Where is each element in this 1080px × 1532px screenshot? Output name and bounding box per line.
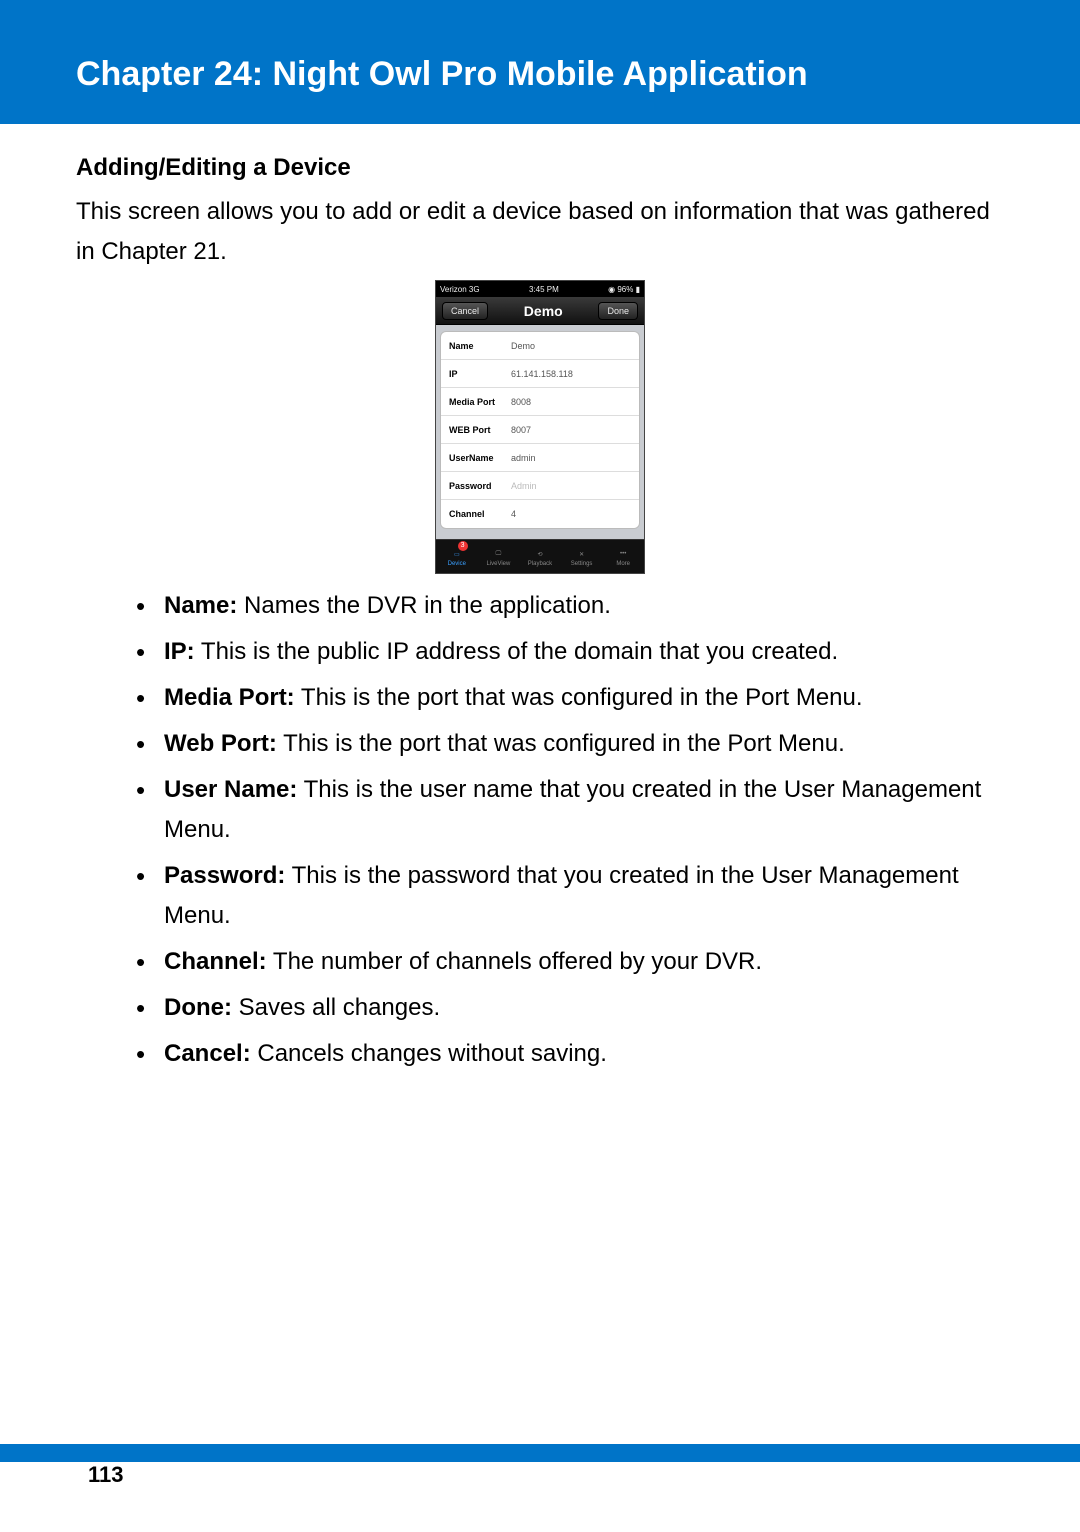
field-value[interactable]: Demo (511, 341, 535, 351)
definition-item: Name: Names the DVR in the application. (136, 586, 1004, 632)
description: Cancels changes without saving. (251, 1040, 607, 1067)
section-heading: Adding/Editing a Device (76, 154, 1004, 182)
phone-screenshot: Verizon 3G 3:45 PM ◉ 96% ▮ Cancel Demo D… (435, 280, 645, 574)
description: The number of channels offered by your D… (267, 948, 762, 975)
tab-label: More (616, 561, 630, 567)
chapter-header: Chapter 24: Night Owl Pro Mobile Applica… (0, 0, 1080, 124)
nav-bar: Cancel Demo Done (436, 297, 644, 325)
battery-label: ◉ 96% ▮ (608, 285, 640, 294)
nav-title: Demo (524, 303, 563, 319)
term: Done: (164, 994, 232, 1021)
form-row[interactable]: IP61.141.158.118 (441, 360, 639, 388)
status-bar: Verizon 3G 3:45 PM ◉ 96% ▮ (436, 281, 644, 297)
description: Saves all changes. (232, 994, 440, 1021)
description: This is the port that was configured in … (277, 730, 845, 757)
term: User Name: (164, 776, 297, 803)
form-row[interactable]: NameDemo (441, 332, 639, 360)
monitor-icon: 🖵 (491, 548, 505, 560)
cancel-button[interactable]: Cancel (442, 302, 488, 320)
term: Name: (164, 592, 237, 619)
field-value[interactable]: 4 (511, 509, 516, 519)
chapter-title: Chapter 24: Night Owl Pro Mobile Applica… (0, 48, 1080, 100)
field-label: Name (449, 341, 511, 351)
tab-liveview[interactable]: 🖵LiveView (478, 540, 520, 573)
field-label: IP (449, 369, 511, 379)
field-value[interactable]: Admin (511, 481, 537, 491)
form-row[interactable]: UserNameadmin (441, 444, 639, 472)
field-label: Channel (449, 509, 511, 519)
description: Names the DVR in the application. (237, 592, 611, 619)
form-row[interactable]: WEB Port8007 (441, 416, 639, 444)
description: This is the port that was configured in … (295, 684, 863, 711)
field-label: Password (449, 481, 511, 491)
tab-playback[interactable]: ⟲Playback (519, 540, 561, 573)
device-form: NameDemoIP61.141.158.118Media Port8008WE… (436, 325, 644, 539)
description: This is the public IP address of the dom… (195, 638, 839, 665)
tab-device[interactable]: ▭Device3 (436, 540, 478, 573)
done-button[interactable]: Done (598, 302, 638, 320)
field-value[interactable]: 61.141.158.118 (511, 369, 573, 379)
field-label: UserName (449, 453, 511, 463)
field-value[interactable]: admin (511, 453, 536, 463)
field-value[interactable]: 8007 (511, 425, 531, 435)
definition-item: Cancel: Cancels changes without saving. (136, 1034, 1004, 1080)
carrier-label: Verizon 3G (440, 285, 480, 294)
clock-label: 3:45 PM (529, 285, 559, 294)
form-row[interactable]: PasswordAdmin (441, 472, 639, 500)
definition-item: IP: This is the public IP address of the… (136, 632, 1004, 678)
page-number: 113 (88, 1462, 124, 1488)
definitions-list: Name: Names the DVR in the application.I… (76, 586, 1004, 1080)
more-icon: ••• (616, 548, 630, 560)
footer-strip (0, 1444, 1080, 1462)
term: Channel: (164, 948, 267, 975)
term: Cancel: (164, 1040, 251, 1067)
tab-bar: ▭Device3🖵LiveView⟲Playback✕Settings•••Mo… (436, 539, 644, 573)
term: Web Port: (164, 730, 277, 757)
definition-item: Channel: The number of channels offered … (136, 942, 1004, 988)
tab-label: Settings (571, 561, 593, 567)
term: IP: (164, 638, 195, 665)
definition-item: Password: This is the password that you … (136, 856, 1004, 942)
page-content: Adding/Editing a Device This screen allo… (0, 124, 1080, 1080)
tab-more[interactable]: •••More (602, 540, 644, 573)
intro-paragraph: This screen allows you to add or edit a … (76, 192, 1004, 272)
field-label: Media Port (449, 397, 511, 407)
form-row[interactable]: Media Port8008 (441, 388, 639, 416)
definition-item: Done: Saves all changes. (136, 988, 1004, 1034)
term: Password: (164, 862, 285, 889)
playback-icon: ⟲ (533, 548, 547, 560)
tab-label: Device (448, 561, 466, 567)
tab-settings[interactable]: ✕Settings (561, 540, 603, 573)
form-row[interactable]: Channel4 (441, 500, 639, 528)
definition-item: User Name: This is the user name that yo… (136, 770, 1004, 856)
tab-label: Playback (528, 561, 552, 567)
tab-label: LiveView (486, 561, 510, 567)
definition-item: Web Port: This is the port that was conf… (136, 724, 1004, 770)
field-label: WEB Port (449, 425, 511, 435)
definition-item: Media Port: This is the port that was co… (136, 678, 1004, 724)
badge: 3 (458, 541, 468, 551)
settings-icon: ✕ (575, 548, 589, 560)
field-value[interactable]: 8008 (511, 397, 531, 407)
term: Media Port: (164, 684, 295, 711)
